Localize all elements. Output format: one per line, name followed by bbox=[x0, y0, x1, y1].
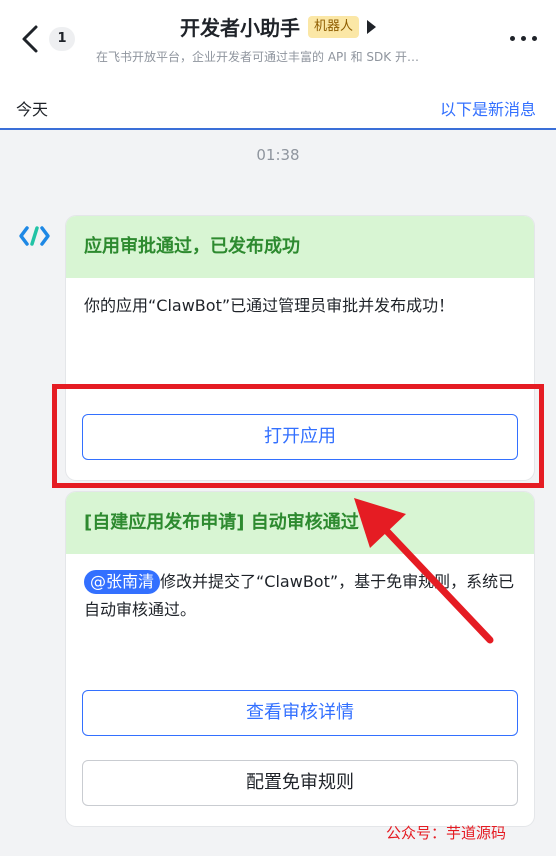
today-label: 今天 bbox=[16, 100, 49, 119]
play-triangle-icon bbox=[367, 19, 376, 34]
watermark-text: 公众号：芋道源码 bbox=[386, 824, 507, 842]
red-annotation-arrow bbox=[354, 498, 494, 644]
date-divider-bar: 今天 以下是新消息 bbox=[0, 82, 556, 130]
card-title: 应用审批通过，已发布成功 bbox=[66, 216, 534, 278]
new-messages-link[interactable]: 以下是新消息 bbox=[440, 96, 536, 120]
chat-title: 开发者小助手 bbox=[179, 16, 300, 40]
card-body-text: 你的应用“ClawBot”已通过管理员审批并发布成功！ bbox=[84, 296, 455, 315]
bot-avatar-icon[interactable] bbox=[18, 224, 52, 248]
message-timestamp: 01:38 bbox=[256, 146, 300, 164]
bot-badge: 机器人 bbox=[307, 15, 359, 38]
chat-subtitle: 在飞书开放平台，企业开发者可通过丰富的 API 和 SDK 开… bbox=[96, 50, 419, 64]
user-mention[interactable]: @张南清 bbox=[84, 570, 161, 594]
red-highlight-box bbox=[52, 384, 544, 488]
configure-exemption-rules-button[interactable]: 配置免审规则 bbox=[82, 760, 518, 806]
chat-title-row[interactable]: 开发者小助手 机器人 bbox=[0, 12, 556, 41]
chat-header: 1 开发者小助手 机器人 在飞书开放平台，企业开发者可通过丰富的 API 和 S… bbox=[0, 0, 556, 82]
more-options-icon[interactable] bbox=[508, 34, 540, 44]
view-review-details-button[interactable]: 查看审核详情 bbox=[82, 690, 518, 736]
